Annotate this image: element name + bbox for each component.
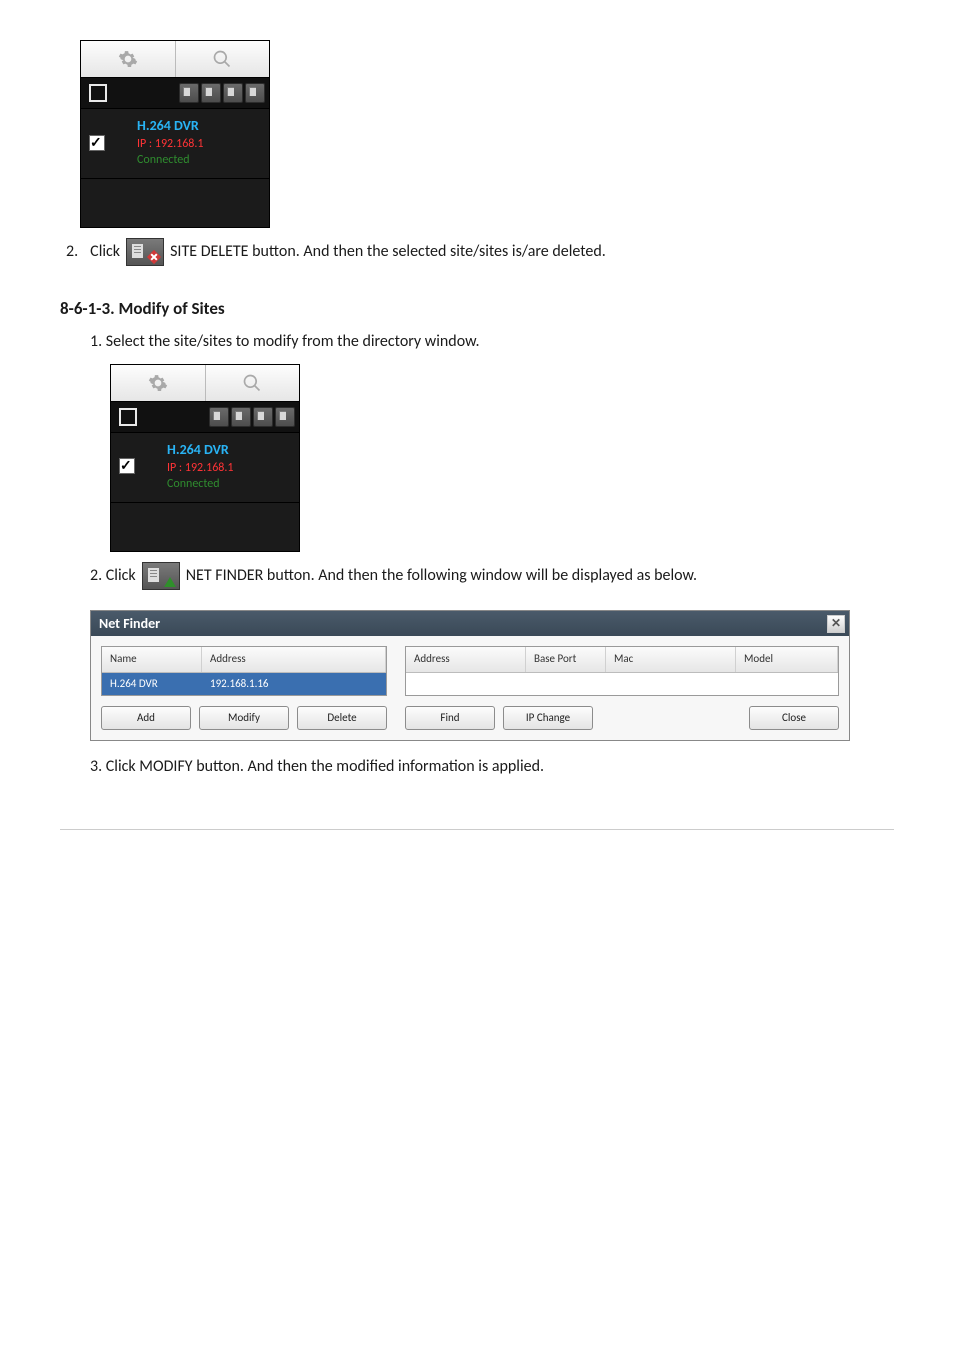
- site-toolbar: [179, 78, 269, 108]
- site-name: H.264 DVR: [167, 441, 234, 460]
- finder-badge-icon: [164, 577, 176, 587]
- col-header-address: Address: [202, 647, 386, 672]
- close-button[interactable]: Close: [749, 706, 839, 730]
- col-header-base-port: Base Port: [526, 647, 606, 672]
- col-header-address: Address: [406, 647, 526, 672]
- found-devices-table[interactable]: Address Base Port Mac Model: [405, 646, 839, 696]
- step-text: 1. Select the site/sites to modify from …: [90, 330, 894, 354]
- document-icon: [148, 568, 159, 582]
- add-button[interactable]: Add: [101, 706, 191, 730]
- site-list-icon[interactable]: [209, 407, 229, 427]
- col-header-name: Name: [102, 647, 202, 672]
- saved-sites-table[interactable]: Name Address H.264 DVR 192.168.1.16: [101, 646, 387, 696]
- page-separator: [60, 829, 894, 830]
- site-netfinder-icon[interactable]: [245, 83, 265, 103]
- site-delete-button[interactable]: [126, 238, 164, 266]
- tab-settings[interactable]: [81, 41, 176, 77]
- site-add-icon[interactable]: [201, 83, 221, 103]
- site-toolbar: [209, 402, 299, 432]
- site-directory-panel: H.264 DVR IP : 192.168.1 Connected: [80, 40, 270, 228]
- ip-change-button[interactable]: IP Change: [503, 706, 593, 730]
- section-heading: 8-6-1-3. Modify of Sites: [60, 296, 894, 322]
- site-status: Connected: [137, 152, 204, 168]
- site-directory-panel: H.264 DVR IP : 192.168.1 Connected: [110, 364, 300, 552]
- table-row[interactable]: H.264 DVR 192.168.1.16: [102, 673, 386, 696]
- gear-icon: [148, 373, 168, 393]
- site-ip: IP : 192.168.1: [137, 136, 204, 152]
- col-header-mac: Mac: [606, 647, 736, 672]
- cell-address: 192.168.1.16: [202, 673, 386, 696]
- site-delete-icon[interactable]: [223, 83, 243, 103]
- delete-badge-icon: [147, 250, 161, 264]
- cell-name: H.264 DVR: [102, 673, 202, 696]
- site-name: H.264 DVR: [137, 117, 204, 136]
- net-finder-button[interactable]: [142, 562, 180, 590]
- delete-button[interactable]: Delete: [297, 706, 387, 730]
- text: SITE DELETE button. And then the selecte…: [170, 240, 606, 264]
- select-all-checkbox[interactable]: [119, 408, 137, 426]
- site-list-icon[interactable]: [179, 83, 199, 103]
- gear-icon: [118, 49, 138, 69]
- list-number: 2.: [66, 240, 78, 264]
- site-delete-icon[interactable]: [253, 407, 273, 427]
- tab-search[interactable]: [176, 41, 270, 77]
- site-ip: IP : 192.168.1: [167, 460, 234, 476]
- site-checkbox[interactable]: [89, 135, 105, 151]
- magnifier-icon: [212, 49, 232, 69]
- text: NET FINDER button. And then the followin…: [186, 564, 697, 588]
- site-add-icon[interactable]: [231, 407, 251, 427]
- net-finder-dialog: Net Finder ✕ Name Address H.264 DVR 192.…: [90, 610, 850, 741]
- text: Click: [90, 240, 120, 264]
- site-checkbox[interactable]: [119, 458, 135, 474]
- select-all-checkbox[interactable]: [89, 84, 107, 102]
- site-netfinder-icon[interactable]: [275, 407, 295, 427]
- modify-button[interactable]: Modify: [199, 706, 289, 730]
- find-button[interactable]: Find: [405, 706, 495, 730]
- col-header-model: Model: [736, 647, 838, 672]
- magnifier-icon: [242, 373, 262, 393]
- tab-settings[interactable]: [111, 365, 206, 401]
- dialog-title: Net Finder: [99, 613, 160, 634]
- tab-search[interactable]: [206, 365, 300, 401]
- document-icon: [132, 244, 143, 258]
- step-text: 3. Click MODIFY button. And then the mod…: [90, 755, 894, 779]
- text: 2. Click: [90, 564, 136, 588]
- close-icon[interactable]: ✕: [827, 615, 845, 633]
- site-status: Connected: [167, 476, 234, 492]
